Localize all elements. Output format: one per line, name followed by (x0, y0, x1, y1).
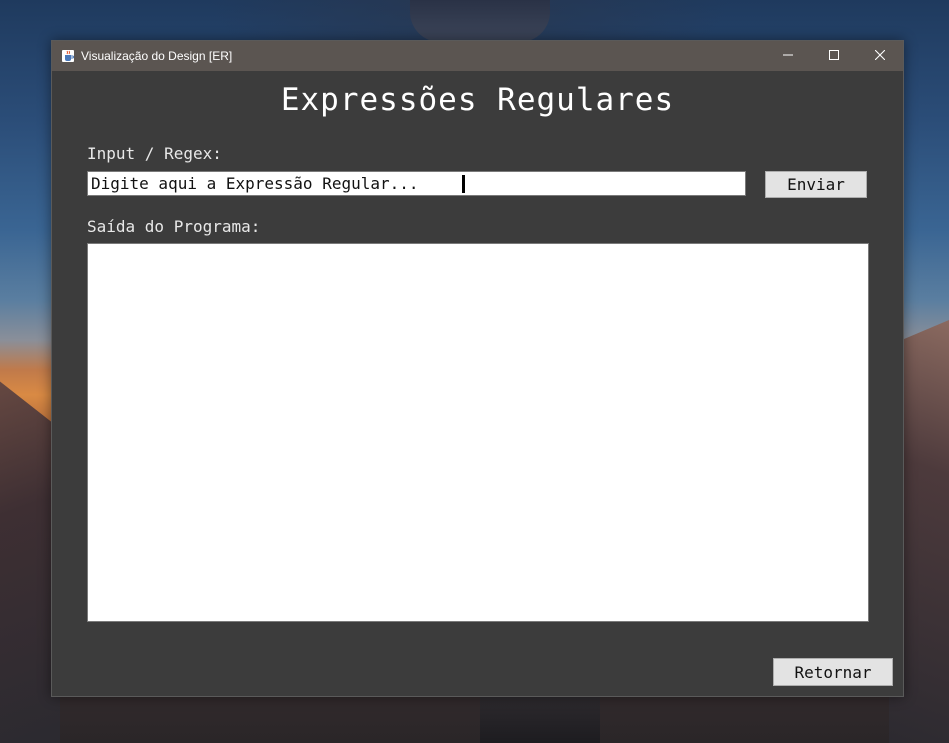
minimize-icon (783, 47, 793, 65)
desktop-wallpaper-figure-legs (480, 697, 600, 743)
page-title: Expressões Regulares (280, 82, 675, 118)
maximize-button[interactable] (811, 41, 857, 71)
desktop-wallpaper-figure (410, 0, 550, 42)
close-icon (874, 47, 886, 65)
input-label: Input / Regex: (87, 144, 222, 163)
app-window: Visualização do Design [ER] Expressões R… (51, 40, 904, 697)
output-label: Saída do Programa: (87, 217, 261, 236)
regex-input[interactable] (87, 171, 746, 196)
send-button[interactable]: Enviar (765, 171, 867, 198)
minimize-button[interactable] (765, 41, 811, 71)
window-content: Expressões Regulares Input / Regex: Envi… (52, 71, 903, 697)
window-controls (765, 41, 903, 71)
maximize-icon (829, 47, 839, 65)
title-bar[interactable]: Visualização do Design [ER] (52, 41, 903, 71)
text-caret (462, 175, 465, 193)
back-button[interactable]: Retornar (773, 658, 893, 686)
java-cup-icon (61, 49, 75, 63)
close-button[interactable] (857, 41, 903, 71)
program-output-area[interactable] (87, 243, 869, 622)
window-title: Visualização do Design [ER] (81, 49, 233, 63)
